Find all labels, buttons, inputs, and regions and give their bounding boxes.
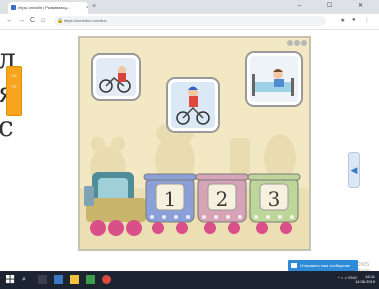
wagon-number: 3 [268,187,281,211]
train [84,172,146,236]
side-tab-label: ТЕ [11,84,17,89]
card-boy-riding-bike[interactable] [166,77,220,133]
tab-mersibo[interactable]: Игры онлайн | Развивающ... × [8,2,88,14]
arrow-left-icon: ◀ [350,165,358,175]
side-tab-label: СК [11,73,17,78]
game-stage: 1 2 3 [78,36,311,251]
wagon-number: 2 [216,187,229,211]
toast-text: Отправить нам сообщение [300,263,351,268]
address-bar[interactable]: 🔒 https://mersibo.ru/online [54,16,326,26]
stage-controls[interactable] [287,40,307,46]
send-message-toast[interactable]: Отправить нам сообщение [288,260,358,271]
forward-icon[interactable]: → [18,17,25,25]
profile-icon[interactable]: ● [352,17,356,23]
chat-icon [291,263,297,268]
windows-taskbar: ⌕ ^ ⌂ ♫ ENG 16:11 14.06.2019 [0,271,379,289]
file-explorer-icon[interactable] [70,275,79,284]
window-controls[interactable]: – ☐ ✕ [298,2,375,9]
wagon-wheel [204,222,216,234]
chrome-icon[interactable] [102,275,111,284]
tab-close-icon[interactable]: × [86,2,88,14]
menu-icon[interactable]: ⋮ [364,17,370,24]
game-background: 1 2 3 [80,40,309,249]
edge-icon[interactable] [54,275,63,284]
home-icon[interactable]: ⌂ [41,17,45,25]
search-icon[interactable]: ⌕ [22,275,31,284]
wagon-wheel [256,222,268,234]
reload-icon[interactable]: C [30,17,35,25]
new-tab-button[interactable]: + [92,2,96,12]
taskbar-clock[interactable]: 16:11 14.06.2019 [355,274,375,284]
next-panel-button[interactable]: ◀ [348,152,360,188]
address-url: https://mersibo.ru/online [64,18,107,23]
card-boy-in-bed-injured[interactable] [245,51,303,107]
tab-title: Игры онлайн | Развивающ... [18,5,71,10]
wagon-wheel [228,222,240,234]
store-icon[interactable] [86,275,95,284]
clock-date: 14.06.2019 [354,279,375,284]
browser-toolbar: ← → C ⌂ 🔒 https://mersibo.ru/online ★ ● … [0,14,379,30]
windows-start-icon[interactable] [6,275,15,284]
side-tab[interactable]: СК ТЕ [6,66,22,116]
wagon-wheel [280,222,292,234]
site-favicon-icon [11,5,16,10]
wagon-wheel [176,222,188,234]
lock-icon: 🔒 [57,18,64,24]
back-icon[interactable]: ← [6,17,13,25]
bookmark-star-icon[interactable]: ★ [340,17,345,24]
locomotive [84,172,146,236]
wagon-wheel [152,222,164,234]
wagon-number: 1 [164,187,177,211]
task-view-icon[interactable] [38,275,47,284]
page-content: л я с СК ТЕ [0,30,379,280]
card-boy-repairing-bike[interactable] [91,53,141,101]
browser-tab-strip: Игры онлайн | Развивающ... × + – ☐ ✕ [0,0,379,14]
